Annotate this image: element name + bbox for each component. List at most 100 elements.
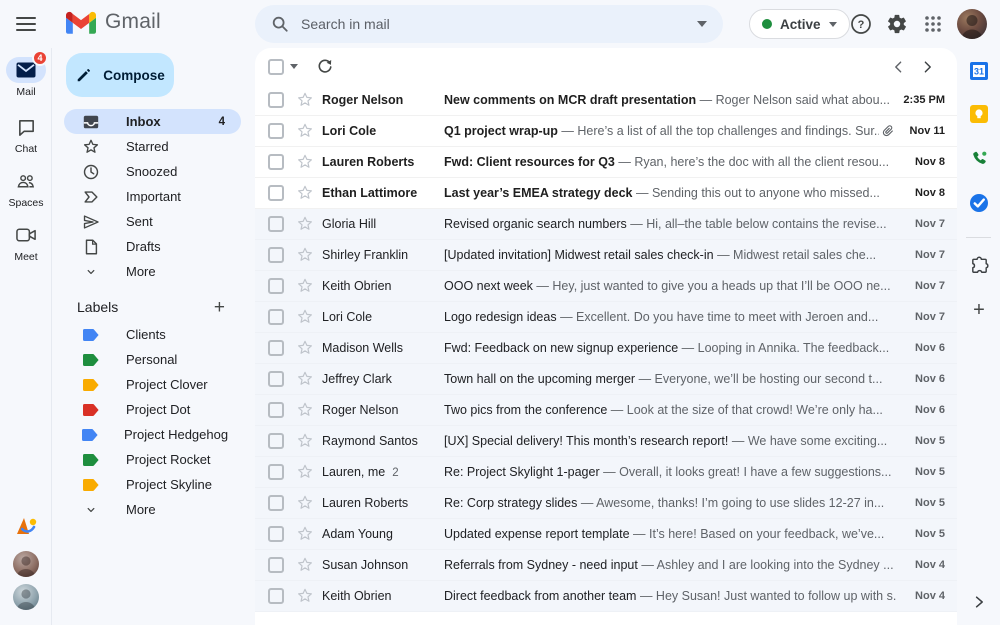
email-row[interactable]: Ethan Lattimore Last year’s EMEA strateg… [255,178,957,209]
email-row[interactable]: Jeffrey Clark Town hall on the upcoming … [255,364,957,395]
email-row[interactable]: Keith Obrien Direct feedback from anothe… [255,581,957,612]
settings-gear-button[interactable] [883,10,911,38]
labels-more-toggle[interactable]: More [64,497,241,522]
email-row[interactable]: Lauren Roberts Fwd: Client resources for… [255,147,957,178]
star-icon[interactable] [296,463,314,481]
rail-item-meet[interactable]: Meet [0,222,52,263]
email-row[interactable]: Lori Cole Logo redesign ideas — Excellen… [255,302,957,333]
email-row[interactable]: Madison Wells Fwd: Feedback on new signu… [255,333,957,364]
row-checkbox[interactable] [268,92,284,108]
star-icon[interactable] [296,525,314,543]
row-checkbox[interactable] [268,309,284,325]
row-checkbox[interactable] [268,154,284,170]
row-checkbox[interactable] [268,340,284,356]
search-options-caret-icon[interactable] [697,21,707,27]
star-icon[interactable] [296,432,314,450]
older-page-button[interactable] [913,53,941,81]
label-item[interactable]: Clients [64,322,241,347]
star-icon[interactable] [296,122,314,140]
email-subject: Two pics from the conference [444,403,608,417]
create-label-plus-button[interactable]: + [214,298,225,317]
row-checkbox[interactable] [268,402,284,418]
compose-button[interactable]: Compose [66,53,174,97]
sidebar-nav-item[interactable]: Sent [64,209,241,234]
star-icon[interactable] [296,308,314,326]
sidebar-nav-item[interactable]: Drafts [64,234,241,259]
star-icon[interactable] [296,370,314,388]
email-row[interactable]: Gloria Hill Revised organic search numbe… [255,209,957,240]
row-checkbox[interactable] [268,588,284,604]
label-item[interactable]: Personal [64,347,241,372]
email-date: Nov 6 [915,373,945,385]
star-icon[interactable] [296,401,314,419]
star-icon[interactable] [296,277,314,295]
calendar-icon[interactable]: 31 [967,59,991,83]
rail-item-spaces[interactable]: Spaces [0,168,52,209]
add-side-panel-app-button[interactable]: + [967,298,991,322]
contact-avatar-2[interactable] [13,584,39,610]
rail-item-chat[interactable]: Chat [0,114,52,155]
email-date: Nov 5 [915,528,945,540]
voice-phone-icon[interactable] [967,147,991,171]
email-row[interactable]: Susan Johnson Referrals from Sydney - ne… [255,550,957,581]
row-checkbox[interactable] [268,247,284,263]
row-checkbox[interactable] [268,216,284,232]
tasks-icon[interactable] [967,191,991,215]
row-checkbox[interactable] [268,123,284,139]
email-row[interactable]: Roger Nelson New comments on MCR draft p… [255,85,957,116]
sidebar-nav-item[interactable]: More [64,259,241,284]
email-row[interactable]: Shirley Franklin [Updated invitation] Mi… [255,240,957,271]
row-checkbox[interactable] [268,526,284,542]
search-bar[interactable] [255,5,723,43]
expand-side-panel-chevron[interactable] [965,588,993,616]
email-row[interactable]: Keith Obrien OOO next week — Hey, just w… [255,271,957,302]
help-button[interactable]: ? [847,10,875,38]
refresh-button[interactable] [316,58,334,76]
get-addons-puzzle-icon[interactable] [967,254,991,278]
label-item[interactable]: Project Clover [64,372,241,397]
keep-icon[interactable] [967,102,991,126]
row-checkbox[interactable] [268,371,284,387]
row-checkbox[interactable] [268,433,284,449]
select-options-caret-icon[interactable] [290,64,298,69]
row-checkbox[interactable] [268,278,284,294]
row-checkbox[interactable] [268,557,284,573]
email-row[interactable]: Roger Nelson Two pics from the conferenc… [255,395,957,426]
email-subject: [UX] Special delivery! This month’s rese… [444,434,729,448]
star-icon[interactable] [296,153,314,171]
sidebar-nav-item[interactable]: Important [64,184,241,209]
star-icon[interactable] [296,246,314,264]
sidebar-nav-item[interactable]: Snoozed [64,159,241,184]
star-icon[interactable] [296,587,314,605]
contact-avatar-1[interactable] [13,551,39,577]
star-icon[interactable] [296,91,314,109]
row-checkbox[interactable] [268,464,284,480]
chat-status-selector[interactable]: Active [749,9,850,39]
search-input[interactable] [301,16,685,32]
row-checkbox[interactable] [268,185,284,201]
label-item[interactable]: Project Rocket [64,447,241,472]
star-icon[interactable] [296,184,314,202]
email-row[interactable]: Lori Cole Q1 project wrap-up — Here’s a … [255,116,957,147]
profile-avatar[interactable] [957,9,987,39]
star-icon[interactable] [296,556,314,574]
select-all-checkbox[interactable] [268,58,284,75]
star-icon[interactable] [296,215,314,233]
workspace-addon-logo[interactable] [13,514,39,538]
email-row[interactable]: Raymond Santos [UX] Special delivery! Th… [255,426,957,457]
star-icon[interactable] [296,339,314,357]
email-row[interactable]: Adam Young Updated expense report templa… [255,519,957,550]
email-row[interactable]: Lauren, me 2 Re: Project Skylight 1-pager… [255,457,957,488]
google-apps-grid-button[interactable] [919,10,947,38]
sidebar-nav-item[interactable]: Starred [64,134,241,159]
label-item[interactable]: Project Dot [64,397,241,422]
rail-item-mail[interactable]: 4 Mail [0,50,52,98]
newer-page-button[interactable] [885,53,913,81]
sidebar-nav-item[interactable]: Inbox 4 [64,109,241,134]
star-icon[interactable] [296,494,314,512]
label-item[interactable]: Project Skyline [64,472,241,497]
email-row[interactable]: Lauren Roberts Re: Corp strategy slides … [255,488,957,519]
row-checkbox[interactable] [268,495,284,511]
label-item[interactable]: Project Hedgehog [64,422,241,447]
main-menu-icon[interactable] [14,12,38,36]
